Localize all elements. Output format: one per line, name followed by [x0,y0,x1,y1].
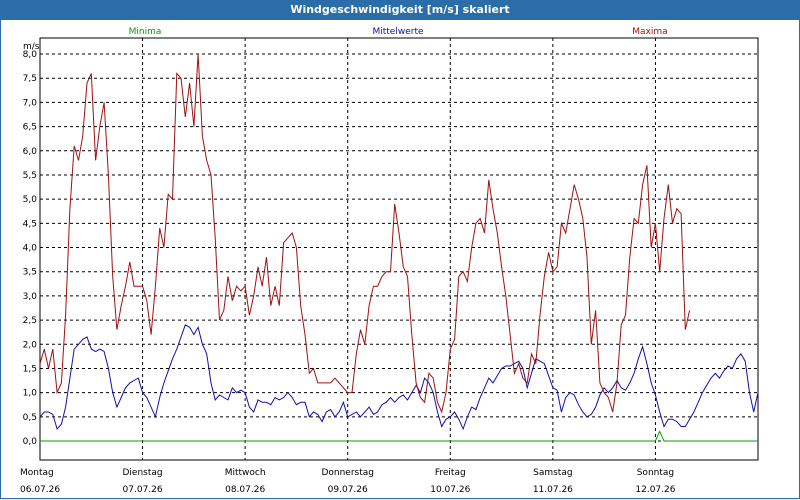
y-tick-label: 2,5 [23,316,37,326]
x-tick-date: 11.07.26 [533,485,573,495]
x-tick-date: 12.07.26 [635,485,675,495]
x-tick-day: Donnerstag [321,468,374,478]
y-axis-label: m/s [23,42,40,52]
x-tick-day: Sonntag [637,468,674,478]
legend-item-mittelwerte: Mittelwerte [372,27,423,37]
legend: Minima Mittelwerte Maxima [129,27,668,37]
x-tick-day: Montag [20,468,54,478]
x-tick-day: Freitag [435,468,466,478]
x-tick-day: Samstag [533,468,572,478]
y-tick-label: 6,0 [23,147,38,157]
y-axis-ticks: 0,0 0,5 1,0 1,5 2,0 2,5 3,0 3,5 4,0 4,5 5,0 5,5 6,0 6… [23,50,38,447]
y-tick-label: 7,5 [23,74,37,84]
x-tick-day: Dienstag [123,468,163,478]
x-tick-date: 06.07.26 [20,485,60,495]
x-tick-date: 09.07.26 [328,485,368,495]
y-tick-label: 5,5 [23,171,37,181]
y-tick-label: 1,5 [23,364,37,374]
y-tick-label: 3,5 [23,268,37,278]
x-tick-day: Mittwoch [225,468,266,478]
x-axis-ticks: Montag 06.07.26 Dienstag 07.07.26 Mittwoch 08… [20,468,676,495]
legend-item-minima: Minima [129,27,162,37]
y-tick-label: 0,0 [23,437,38,447]
wind-speed-chart: 0,0 0,5 1,0 1,5 2,0 2,5 3,0 3,5 4,0 4,5 5,0 5,5 6,0 6… [20,27,759,495]
y-tick-label: 7,0 [23,98,38,108]
plot-area [39,37,759,461]
y-tick-label: 5,0 [23,195,38,205]
y-tick-label: 4,0 [23,244,38,254]
y-tick-label: 0,5 [23,413,37,423]
y-tick-label: 3,0 [23,292,38,302]
x-tick-date: 08.07.26 [225,485,265,495]
x-tick-date: 10.07.26 [430,485,470,495]
y-tick-label: 1,0 [23,389,38,399]
x-tick-date: 07.07.26 [123,485,163,495]
legend-item-maxima: Maxima [632,27,667,37]
y-tick-label: 2,0 [23,340,38,350]
plot-border [39,37,759,461]
y-tick-label: 6,5 [23,123,37,133]
y-tick-label: 4,5 [23,219,37,229]
